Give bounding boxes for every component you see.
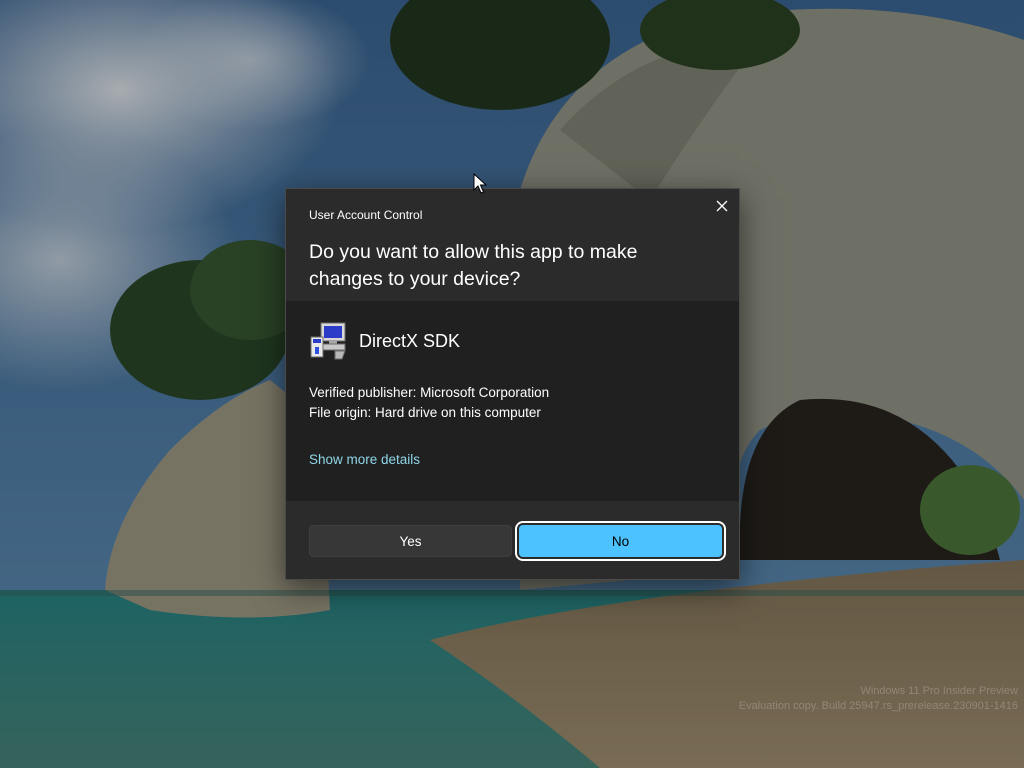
no-button[interactable]: No xyxy=(515,521,726,561)
installer-computer-icon xyxy=(310,322,346,360)
app-name: DirectX SDK xyxy=(359,330,461,351)
yes-button[interactable]: Yes xyxy=(309,525,512,557)
close-button[interactable] xyxy=(711,195,733,217)
close-icon xyxy=(716,200,728,212)
watermark-line1: Windows 11 Pro Insider Preview xyxy=(860,685,1018,697)
verified-publisher: Verified publisher: Microsoft Corporatio… xyxy=(309,385,550,400)
mouse-cursor-icon xyxy=(473,173,487,194)
uac-body: DirectX SDK Verified publisher: Microsof… xyxy=(286,301,739,501)
show-more-details-link[interactable]: Show more details xyxy=(309,452,420,467)
uac-footer: Yes No xyxy=(286,501,739,579)
uac-header: User Account Control Do you want to allo… xyxy=(286,189,739,301)
windows-watermark: Windows 11 Pro Insider Preview Evaluatio… xyxy=(739,684,1018,714)
uac-dialog: User Account Control Do you want to allo… xyxy=(285,188,740,580)
file-origin: File origin: Hard drive on this computer xyxy=(309,405,541,420)
watermark-line2: Evaluation copy. Build 25947.rs_prerelea… xyxy=(738,700,1018,712)
app-info-row: DirectX SDK xyxy=(309,321,460,361)
dialog-caption: User Account Control xyxy=(309,208,423,222)
dialog-question: Do you want to allow this app to make ch… xyxy=(309,241,638,290)
